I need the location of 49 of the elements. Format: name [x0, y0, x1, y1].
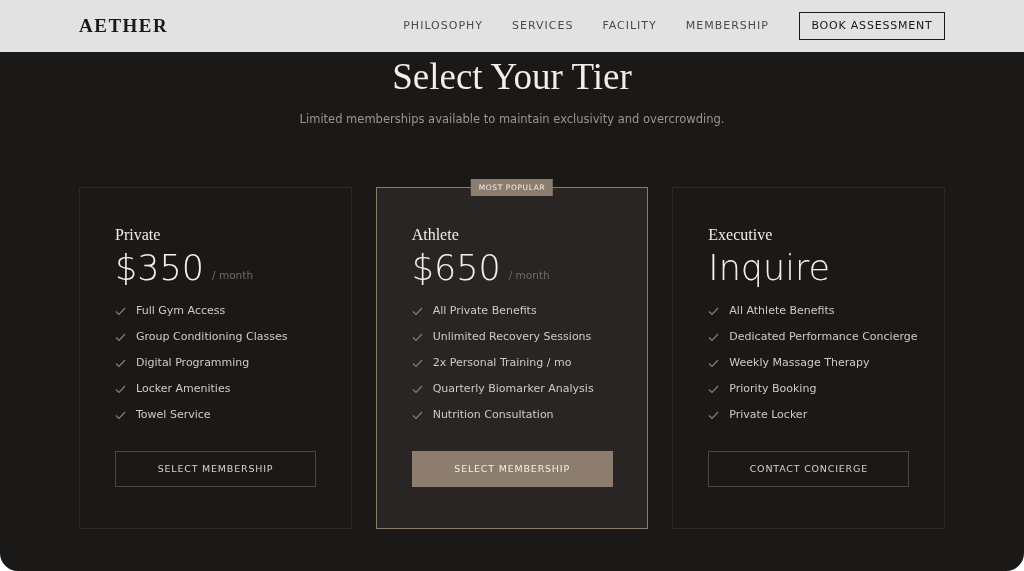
feature-text: Dedicated Performance Concierge	[729, 329, 918, 345]
feature-text: Digital Programming	[136, 355, 250, 371]
check-icon	[708, 332, 720, 342]
tier-price: Inquire	[708, 247, 831, 290]
tier-name: Athlete	[411, 225, 460, 246]
feature-text: All Private Benefits	[432, 303, 537, 319]
book-assessment-button[interactable]: BOOK ASSESSMENT	[799, 12, 945, 40]
check-icon	[115, 332, 126, 342]
feature-text: Locker Amenities	[136, 381, 231, 397]
check-icon	[708, 384, 720, 394]
tier-name: Executive	[708, 225, 774, 246]
feature-text: Group Conditioning Classes	[136, 329, 288, 345]
price-period: / month	[508, 267, 550, 283]
feature-text: Quarterly Biomarker Analysis	[432, 381, 594, 397]
check-icon	[115, 358, 126, 368]
check-icon	[115, 384, 126, 394]
feature-text: Priority Booking	[729, 381, 817, 397]
check-icon	[411, 384, 423, 394]
check-icon	[411, 410, 423, 420]
tier-action-button[interactable]: SELECT MEMBERSHIP	[411, 451, 613, 488]
feature-text: 2x Personal Training / mo	[432, 355, 572, 371]
check-icon	[708, 410, 720, 420]
check-icon	[115, 410, 126, 420]
feature-text: Private Locker	[729, 407, 808, 423]
nav-link[interactable]: FACILITY	[602, 17, 657, 35]
check-icon	[411, 332, 423, 342]
nav-link[interactable]: PHILOSOPHY	[403, 17, 484, 35]
section-subtitle: Limited memberships available to maintain exclusivity and overcrowding.	[298, 111, 726, 128]
logo[interactable]: AETHER	[79, 11, 169, 41]
tier-price: $350	[115, 247, 205, 290]
tier-price: $650	[411, 247, 501, 290]
feature-text: Full Gym Access	[136, 303, 226, 319]
check-icon	[708, 306, 720, 316]
tier-name: Private	[115, 225, 162, 246]
feature-text: Weekly Massage Therapy	[729, 355, 870, 371]
check-icon	[411, 358, 423, 368]
check-icon	[115, 306, 126, 316]
feature-text: All Athlete Benefits	[729, 303, 835, 319]
nav-link[interactable]: SERVICES	[512, 17, 574, 35]
feature-text: Towel Service	[136, 407, 211, 423]
check-icon	[411, 306, 423, 316]
nav-link[interactable]: MEMBERSHIP	[685, 17, 769, 35]
feature-text: Nutrition Consultation	[432, 407, 554, 423]
tier-action-button[interactable]: CONTACT CONCIERGE	[708, 451, 910, 488]
feature-text: Unlimited Recovery Sessions	[432, 329, 592, 345]
check-icon	[708, 358, 720, 368]
section-title: Select Your Tier	[391, 55, 633, 99]
tier-action-button[interactable]: SELECT MEMBERSHIP	[115, 451, 316, 488]
price-period: / month	[212, 267, 254, 283]
